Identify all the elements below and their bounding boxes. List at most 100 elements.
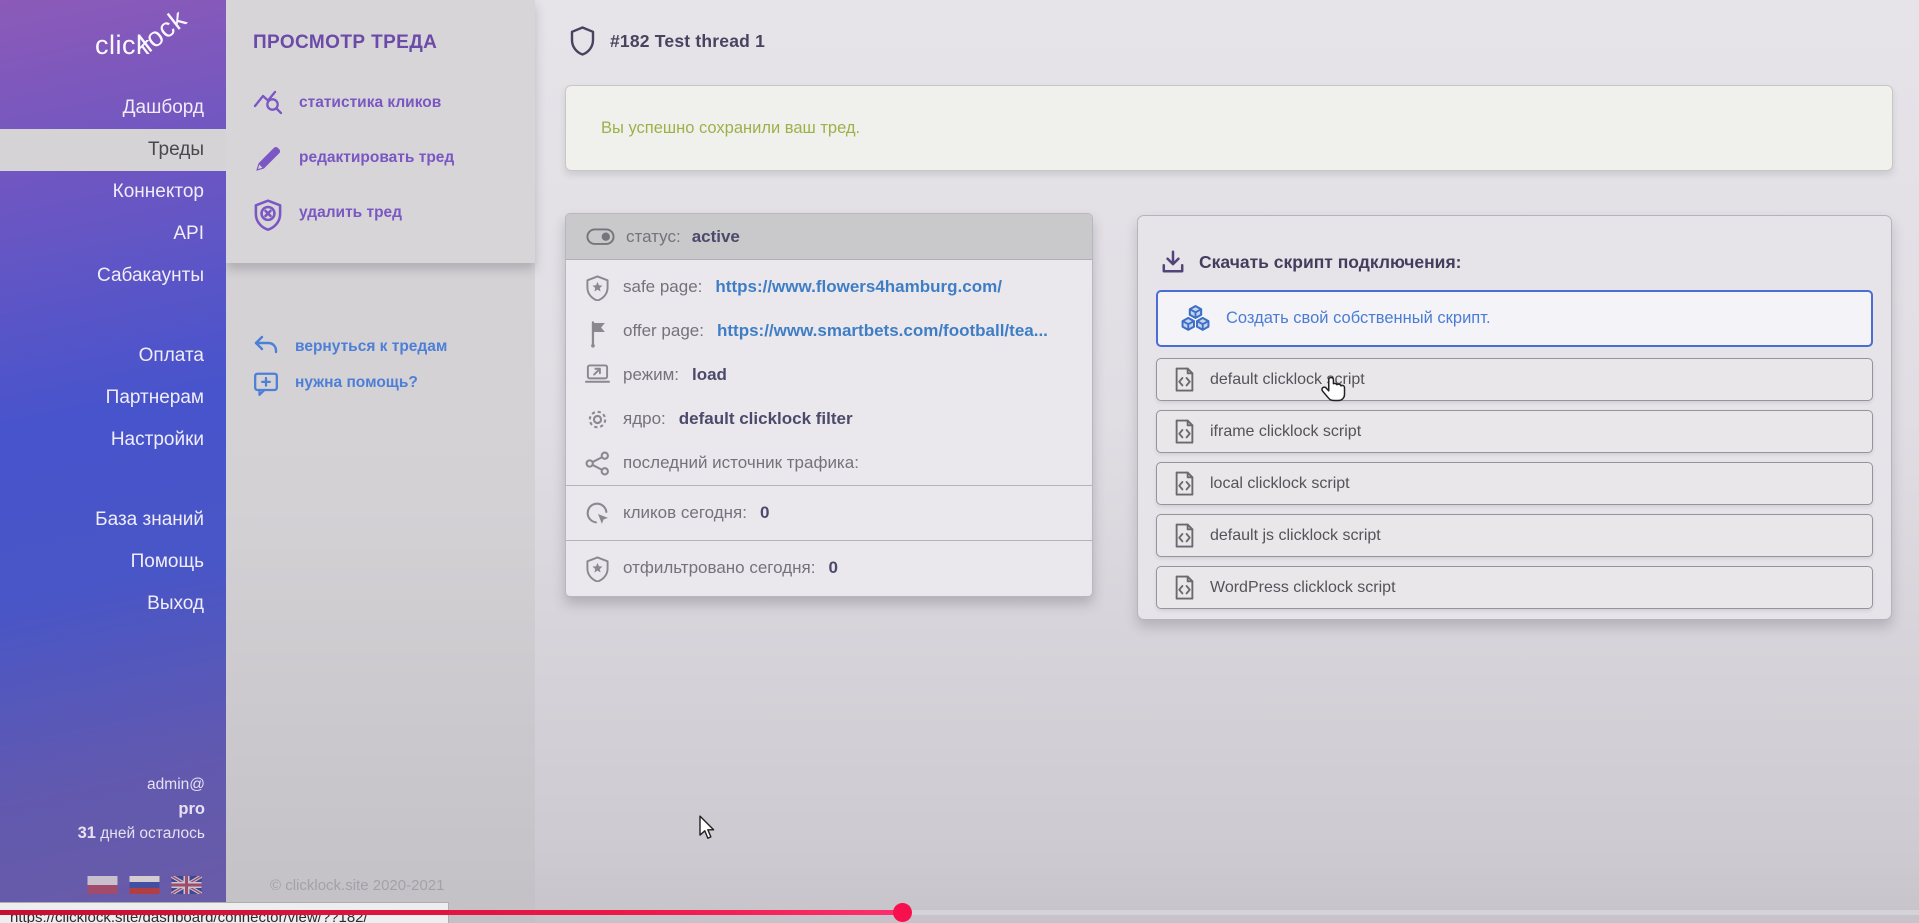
status-value: active	[692, 227, 740, 247]
main-sidebar: clicklock Дашборд Треды Коннектор API Са…	[0, 0, 226, 923]
copyright-text: © clicklock.site 2020-2021	[270, 877, 444, 894]
thread-submenu: ПРОСМОТР ТРЕДА статистика кликов редакти…	[226, 0, 535, 923]
offer-page-link[interactable]: https://www.smartbets.com/football/tea..…	[717, 321, 1048, 341]
sidebar-item-threads[interactable]: Треды	[0, 129, 226, 171]
clicklock-logo[interactable]: clicklock	[95, 30, 200, 61]
sidebar-item-connector[interactable]: Коннектор	[0, 171, 226, 213]
last-traffic-source-row: последний источник трафика:	[566, 441, 1092, 485]
video-progress-handle[interactable]	[893, 903, 912, 922]
iframe-clicklock-script-button[interactable]: iframe clicklock script	[1156, 410, 1873, 453]
page-header: #182 Test thread 1	[570, 26, 765, 56]
safe-page-link[interactable]: https://www.flowers4hamburg.com/	[715, 277, 1002, 297]
filtered-today-value: 0	[828, 558, 837, 578]
clicks-today-value: 0	[760, 503, 769, 523]
gear-icon	[585, 407, 610, 432]
cubes-icon	[1180, 304, 1211, 333]
click-stats-icon	[253, 89, 283, 117]
submenu-item-label: удалить тред	[299, 204, 402, 222]
script-button-label: local clicklock script	[1210, 475, 1350, 493]
submenu-item-delete-thread[interactable]: удалить тред	[253, 185, 525, 240]
default-js-clicklock-script-button[interactable]: default js clicklock script	[1156, 514, 1873, 557]
download-icon	[1160, 249, 1186, 275]
submenu-item-click-stats[interactable]: статистика кликов	[253, 75, 525, 130]
screen-arrow-icon	[585, 363, 610, 388]
poland-flag[interactable]	[87, 876, 118, 894]
mouse-hand-cursor	[1320, 375, 1348, 407]
shield-star-icon	[585, 556, 610, 581]
filtered-today-row: отфильтровано сегодня: 0	[566, 540, 1092, 595]
sidebar-item-help[interactable]: Помощь	[0, 541, 226, 583]
toggle-icon	[586, 228, 615, 246]
uk-flag[interactable]	[171, 876, 202, 894]
success-alert: Вы успешно сохранили ваш тред.	[565, 85, 1893, 171]
shield-star-icon	[585, 275, 610, 300]
submenu-item-edit-thread[interactable]: редактировать тред	[253, 130, 525, 185]
sidebar-item-logout[interactable]: Выход	[0, 583, 226, 625]
default-clicklock-script-button[interactable]: default clicklock script	[1156, 358, 1873, 401]
row-label: режим:	[623, 365, 679, 385]
need-help-link[interactable]: нужна помощь?	[253, 365, 525, 401]
russia-flag[interactable]	[129, 876, 160, 894]
success-alert-message: Вы успешно сохранили ваш тред.	[601, 119, 860, 138]
create-custom-script-label: Создать свой собственный скрипт.	[1226, 309, 1491, 328]
row-label: offer page:	[623, 321, 704, 341]
submenu-item-label: статистика кликов	[299, 94, 441, 112]
script-button-label: default js clicklock script	[1210, 527, 1381, 545]
sidebar-item-payment[interactable]: Оплата	[0, 335, 226, 377]
stat-label: отфильтровано сегодня:	[623, 558, 815, 578]
click-icon	[585, 501, 610, 526]
video-progress-track[interactable]	[0, 910, 1919, 915]
video-progress-fill	[0, 910, 902, 915]
row-label: последний источник трафика:	[623, 453, 859, 473]
core-row: ядро: default clicklock filter	[566, 397, 1092, 441]
sidebar-item-knowledge-base[interactable]: База знаний	[0, 499, 226, 541]
scripts-card-header: Скачать скрипт подключения:	[1160, 249, 1461, 275]
submenu-link-label: нужна помощь?	[295, 374, 418, 392]
submenu-title: ПРОСМОТР ТРЕДА	[253, 32, 437, 54]
flag-icon	[585, 319, 610, 344]
account-days-left: 31 дней осталось	[0, 821, 205, 846]
status-label: статус:	[626, 227, 681, 247]
sidebar-item-partners[interactable]: Партнерам	[0, 377, 226, 419]
sidebar-item-subaccounts[interactable]: Сабакаунты	[0, 255, 226, 297]
help-icon	[253, 371, 279, 395]
status-rows: safe page: https://www.flowers4hamburg.c…	[566, 260, 1092, 485]
download-scripts-card: Скачать скрипт подключения: Создать свой…	[1137, 215, 1892, 620]
page-title: #182 Test thread 1	[610, 31, 765, 52]
script-button-label: iframe clicklock script	[1210, 423, 1361, 441]
submenu-items: статистика кликов редактировать тред уда…	[253, 75, 525, 240]
row-label: ядро:	[623, 409, 666, 429]
file-code-icon	[1174, 367, 1195, 392]
submenu-links: вернуться к тредам нужна помощь?	[253, 329, 525, 401]
file-code-icon	[1174, 419, 1195, 444]
shield-icon	[570, 26, 595, 56]
sidebar-item-settings[interactable]: Настройки	[0, 419, 226, 461]
share-icon	[585, 451, 610, 476]
local-clicklock-script-button[interactable]: local clicklock script	[1156, 462, 1873, 505]
back-to-threads-link[interactable]: вернуться к тредам	[253, 329, 525, 365]
safe-page-row: safe page: https://www.flowers4hamburg.c…	[566, 265, 1092, 309]
core-value: default clicklock filter	[679, 409, 853, 429]
sidebar-item-api[interactable]: API	[0, 213, 226, 255]
submenu-link-label: вернуться к тредам	[295, 338, 447, 356]
mouse-arrow-cursor	[698, 815, 715, 841]
thread-status-card: статус: active safe page: https://www.fl…	[565, 213, 1093, 597]
clicks-today-row: кликов сегодня: 0	[566, 485, 1092, 540]
pencil-icon	[253, 144, 283, 172]
file-code-icon	[1174, 523, 1195, 548]
row-label: safe page:	[623, 277, 702, 297]
undo-icon	[253, 335, 279, 359]
create-custom-script-button[interactable]: Создать свой собственный скрипт.	[1156, 290, 1873, 347]
mode-value: load	[692, 365, 727, 385]
account-email: admin@	[0, 773, 205, 797]
submenu-item-label: редактировать тред	[299, 149, 454, 167]
shield-x-icon	[253, 199, 283, 227]
file-code-icon	[1174, 471, 1195, 496]
file-code-icon	[1174, 575, 1195, 600]
wordpress-clicklock-script-button[interactable]: WordPress clicklock script	[1156, 566, 1873, 609]
language-flags	[87, 876, 202, 894]
sidebar-item-dashboard[interactable]: Дашборд	[0, 87, 226, 129]
script-button-label: WordPress clicklock script	[1210, 579, 1396, 597]
account-info: admin@ pro 31 дней осталось	[0, 773, 226, 846]
stat-label: кликов сегодня:	[623, 503, 747, 523]
